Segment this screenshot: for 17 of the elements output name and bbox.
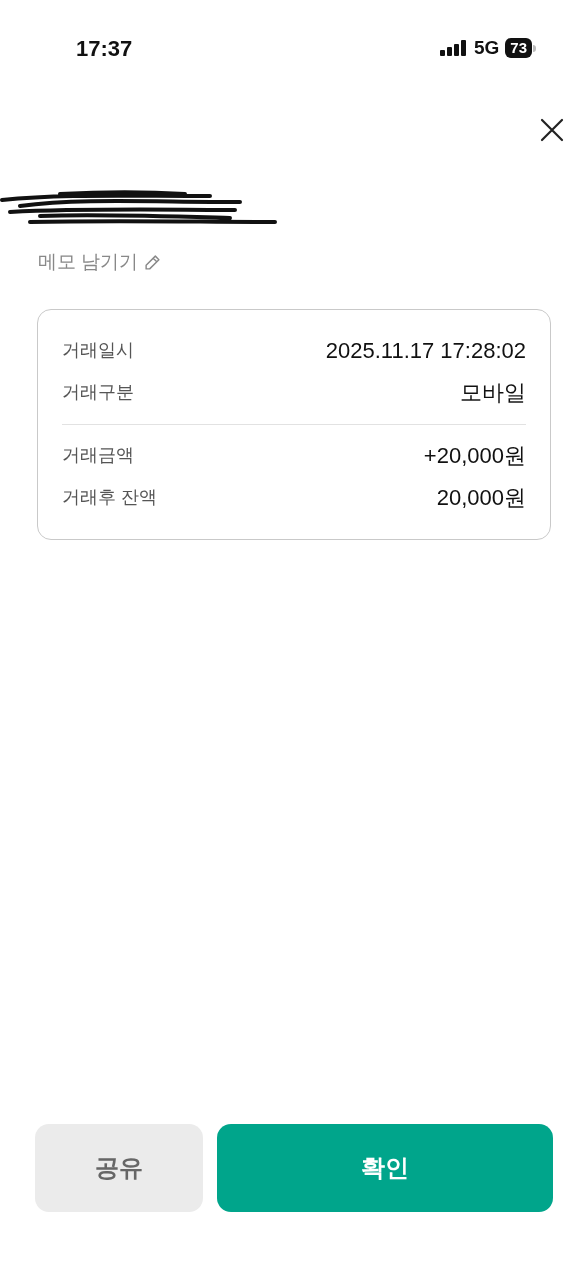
detail-value: +20,000원 <box>423 442 526 470</box>
pencil-icon[interactable] <box>144 253 162 271</box>
detail-value: 모바일 <box>460 379 526 407</box>
detail-label: 거래후 잔액 <box>62 486 157 509</box>
share-button[interactable]: 공유 <box>35 1124 203 1212</box>
signal-icon <box>439 40 468 56</box>
detail-label: 거래구분 <box>62 381 134 404</box>
network-label: 5G <box>473 35 500 60</box>
status-time: 17:37 <box>76 34 133 63</box>
memo-link[interactable]: 메모 남기기 <box>38 248 139 277</box>
detail-value: 2025.11.17 17:28:02 <box>325 337 526 365</box>
confirm-button[interactable]: 확인 <box>217 1124 553 1212</box>
detail-label: 거래금액 <box>62 444 134 467</box>
close-icon[interactable] <box>540 118 564 142</box>
detail-label: 거래일시 <box>62 339 134 362</box>
detail-value: 20,000원 <box>436 484 526 512</box>
battery-indicator: 73 <box>505 38 536 58</box>
